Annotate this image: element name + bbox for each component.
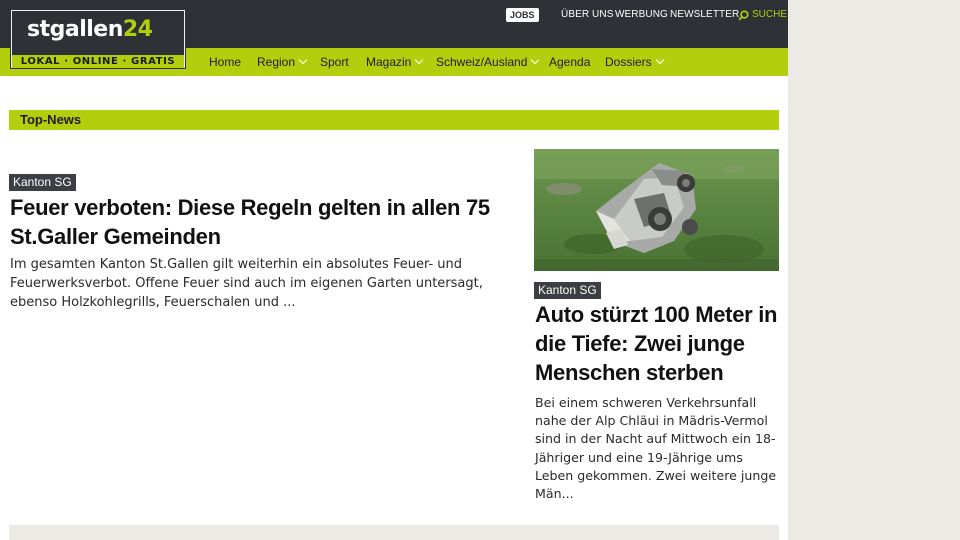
nav-label: Schweiz/Ausland	[436, 55, 528, 69]
nav-region[interactable]: Region	[257, 55, 308, 69]
site-logo-wordmark[interactable]: stgallen24	[27, 19, 153, 41]
article-category-tag[interactable]: Kanton SG	[534, 282, 601, 299]
nav-label: Home	[209, 55, 242, 69]
chevron-down-icon	[415, 55, 424, 65]
about-link[interactable]: ÜBER UNS	[561, 9, 613, 21]
chevron-down-icon	[531, 55, 540, 65]
nav-label: Sport	[320, 55, 349, 69]
nav-label: Region	[257, 55, 296, 69]
search-icon	[738, 9, 749, 21]
section-header: Top-News	[9, 110, 779, 130]
nav-label: Agenda	[549, 55, 591, 69]
article-teaser[interactable]: Bei einem schweren Verkehrsunfall nahe d…	[535, 394, 781, 503]
logo-number: 24	[122, 17, 153, 42]
jobs-button[interactable]: JOBS	[506, 8, 539, 22]
newsletter-link[interactable]: NEWSLETTER	[670, 9, 739, 21]
page: stgallen24 LOKAL · ONLINE · GRATIS JOBS …	[0, 0, 788, 540]
search-button[interactable]: SUCHE	[738, 8, 787, 22]
section-title: Top-News	[20, 112, 82, 127]
logo-tagline: LOKAL · ONLINE · GRATIS	[12, 55, 184, 68]
nav-home[interactable]: Home	[209, 55, 241, 69]
article-category-tag[interactable]: Kanton SG	[9, 174, 76, 191]
article-image[interactable]	[534, 149, 779, 271]
chevron-down-icon	[298, 55, 308, 65]
article-teaser[interactable]: Im gesamten Kanton St.Gallen gilt weiter…	[10, 255, 510, 312]
nav-label: Magazin	[366, 55, 412, 69]
nav-schweiz-ausland[interactable]: Schweiz/Ausland	[436, 55, 540, 69]
nav-magazin[interactable]: Magazin	[366, 55, 424, 69]
article-headline[interactable]: Auto stürzt 100 Meter in die Tiefe: Zwei…	[535, 300, 781, 387]
next-section-strip	[9, 525, 779, 540]
nav-agenda[interactable]: Agenda	[549, 55, 590, 69]
crashed-car-photo	[534, 149, 779, 271]
search-label: SUCHE	[752, 9, 788, 20]
chevron-down-icon	[655, 55, 664, 65]
nav-label: Dossiers	[605, 55, 652, 69]
logo-name: stgallen	[27, 17, 123, 42]
nav-sport[interactable]: Sport	[320, 55, 349, 69]
article-headline[interactable]: Feuer verboten: Diese Regeln gelten in a…	[10, 193, 510, 251]
advertising-link[interactable]: WERBUNG	[615, 9, 668, 21]
nav-dossiers[interactable]: Dossiers	[605, 55, 664, 69]
